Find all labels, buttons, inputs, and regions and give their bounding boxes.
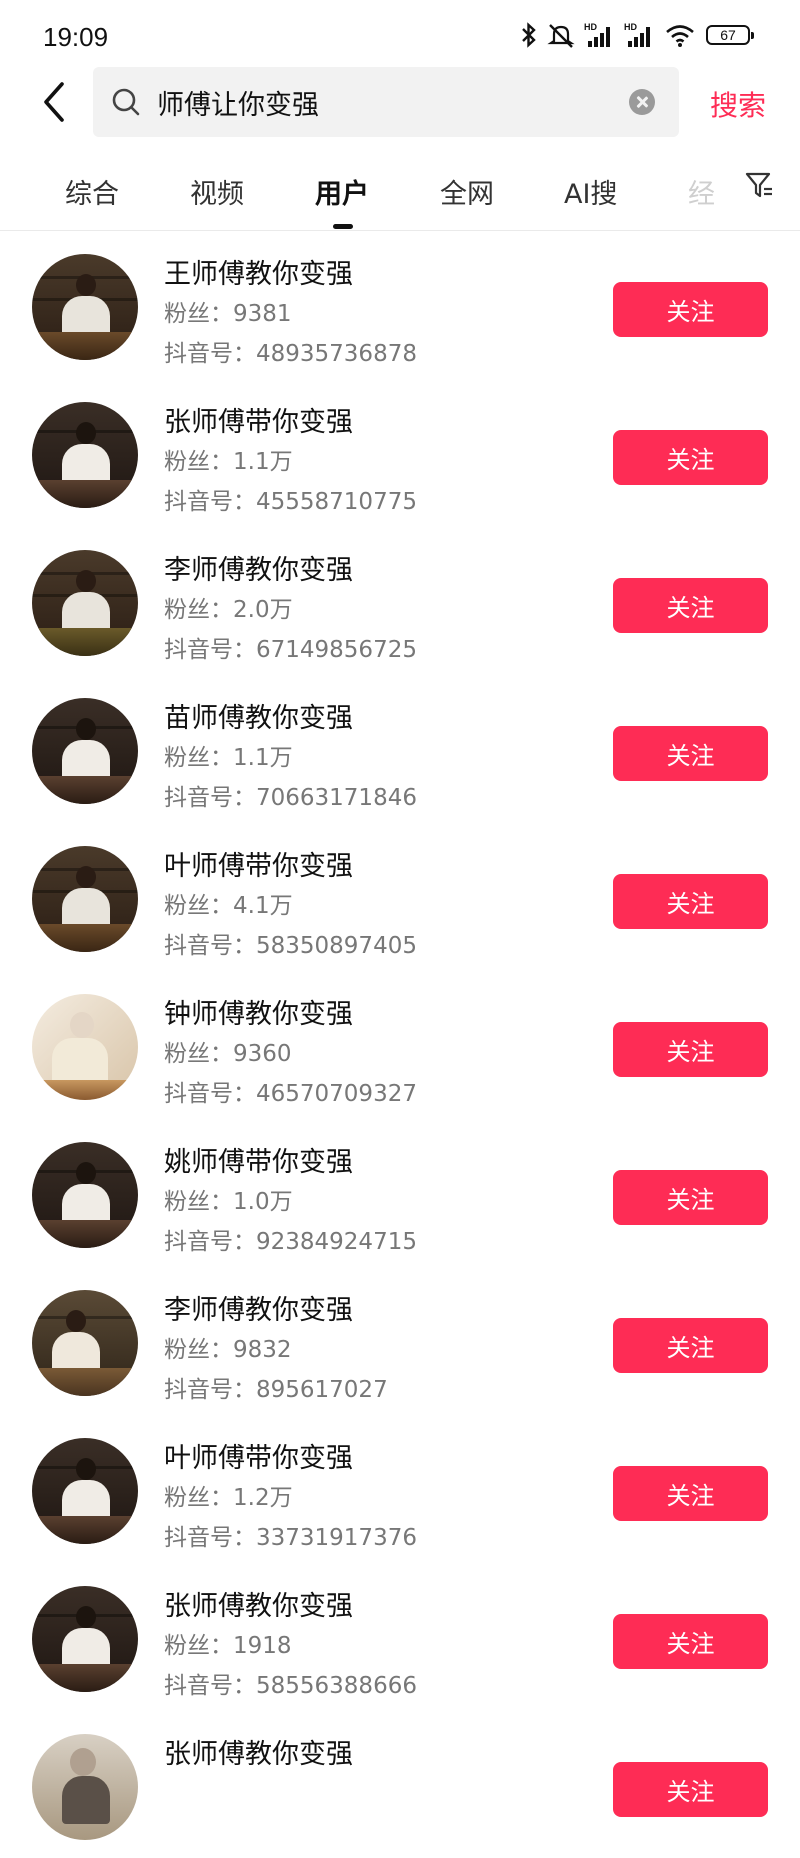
status-bar: 19:09 HD HD 67 [0, 0, 800, 70]
user-name[interactable]: 钟师傅教你变强 [164, 992, 353, 1031]
search-input[interactable]: 师傅让你变强 [93, 67, 679, 137]
user-name[interactable]: 李师傅教你变强 [164, 548, 353, 587]
user-fans: 粉丝：1.1万 [164, 449, 293, 475]
tab-ai-search[interactable]: AI搜 [564, 172, 617, 211]
user-fans: 粉丝：1918 [164, 1633, 292, 1659]
follow-button[interactable]: 关注 [613, 1466, 768, 1521]
user-fans: 粉丝：9832 [164, 1337, 292, 1363]
follow-button[interactable]: 关注 [613, 578, 768, 633]
user-row[interactable]: 叶师傅带你变强 粉丝：1.2万 抖音号：33731917376 关注 [0, 1414, 800, 1562]
search-button[interactable]: 搜索 [710, 84, 766, 124]
user-name[interactable]: 姚师傅带你变强 [164, 1140, 353, 1179]
user-row[interactable]: 张师傅教你变强 关注 [0, 1710, 800, 1858]
status-icons: HD HD 67 [520, 18, 754, 52]
user-douyin-id: 抖音号：70663171846 [164, 785, 417, 811]
user-douyin-id: 抖音号：33731917376 [164, 1525, 417, 1551]
user-douyin-id: 抖音号：58556388666 [164, 1673, 417, 1699]
user-row[interactable]: 张师傅带你变强 粉丝：1.1万 抖音号：45558710775 关注 [0, 378, 800, 526]
user-result-list: 王师傅教你变强 粉丝：9381 抖音号：48935736878 关注 张师傅带你… [0, 230, 800, 1858]
user-douyin-id: 抖音号：48935736878 [164, 341, 417, 367]
filter-icon[interactable] [744, 170, 774, 200]
battery-icon: 67 [706, 25, 754, 45]
status-time: 19:09 [43, 22, 109, 52]
avatar[interactable] [32, 550, 138, 656]
tab-users[interactable]: 用户 [315, 172, 369, 211]
follow-button[interactable]: 关注 [613, 726, 768, 781]
user-douyin-id: 抖音号：895617027 [164, 1377, 388, 1403]
search-icon [112, 88, 140, 116]
clear-icon[interactable] [629, 89, 655, 115]
user-fans: 粉丝：9381 [164, 301, 292, 327]
follow-button[interactable]: 关注 [613, 874, 768, 929]
user-name[interactable]: 张师傅带你变强 [164, 400, 353, 439]
user-row[interactable]: 张师傅教你变强 粉丝：1918 抖音号：58556388666 关注 [0, 1562, 800, 1710]
user-fans: 粉丝：2.0万 [164, 597, 293, 623]
signal-hd-icon-2: HD [624, 22, 650, 47]
user-fans: 粉丝：1.0万 [164, 1189, 293, 1215]
signal-hd-icon: HD [584, 22, 610, 47]
follow-button[interactable]: 关注 [613, 1762, 768, 1817]
avatar[interactable] [32, 402, 138, 508]
tab-videos[interactable]: 视频 [190, 172, 244, 211]
back-arrow-icon[interactable] [36, 78, 76, 126]
user-row[interactable]: 姚师傅带你变强 粉丝：1.0万 抖音号：92384924715 关注 [0, 1118, 800, 1266]
user-name[interactable]: 叶师傅带你变强 [164, 1436, 353, 1475]
user-row[interactable]: 李师傅教你变强 粉丝：9832 抖音号：895617027 关注 [0, 1266, 800, 1414]
avatar[interactable] [32, 1142, 138, 1248]
avatar[interactable] [32, 1290, 138, 1396]
user-fans: 粉丝：1.2万 [164, 1485, 293, 1511]
avatar[interactable] [32, 1734, 138, 1840]
avatar[interactable] [32, 254, 138, 360]
follow-button[interactable]: 关注 [613, 1318, 768, 1373]
avatar[interactable] [32, 846, 138, 952]
user-name[interactable]: 张师傅教你变强 [164, 1732, 353, 1771]
avatar[interactable] [32, 698, 138, 804]
user-fans: 粉丝：4.1万 [164, 893, 293, 919]
svg-text:HD: HD [624, 22, 637, 32]
active-tab-indicator [333, 224, 353, 229]
user-row[interactable]: 李师傅教你变强 粉丝：2.0万 抖音号：67149856725 关注 [0, 526, 800, 674]
avatar[interactable] [32, 994, 138, 1100]
user-row[interactable]: 叶师傅带你变强 粉丝：4.1万 抖音号：58350897405 关注 [0, 822, 800, 970]
result-tabs: 综合 视频 用户 全网 AI搜 经 [0, 160, 800, 230]
user-douyin-id: 抖音号：45558710775 [164, 489, 417, 515]
avatar[interactable] [32, 1586, 138, 1692]
user-name[interactable]: 李师傅教你变强 [164, 1288, 353, 1327]
user-row[interactable]: 王师傅教你变强 粉丝：9381 抖音号：48935736878 关注 [0, 230, 800, 378]
tab-whole-web[interactable]: 全网 [440, 172, 494, 211]
user-row[interactable]: 钟师傅教你变强 粉丝：9360 抖音号：46570709327 关注 [0, 970, 800, 1118]
user-name[interactable]: 苗师傅教你变强 [164, 696, 353, 735]
user-name[interactable]: 叶师傅带你变强 [164, 844, 353, 883]
user-row[interactable]: 苗师傅教你变强 粉丝：1.1万 抖音号：70663171846 关注 [0, 674, 800, 822]
bluetooth-icon [522, 22, 536, 48]
follow-button[interactable]: 关注 [613, 1022, 768, 1077]
user-fans: 粉丝：1.1万 [164, 745, 293, 771]
wifi-icon [666, 25, 694, 47]
user-fans: 粉丝：9360 [164, 1041, 292, 1067]
search-query-text: 师傅让你变强 [157, 90, 319, 121]
avatar[interactable] [32, 1438, 138, 1544]
svg-text:HD: HD [584, 22, 597, 32]
user-name[interactable]: 王师傅教你变强 [164, 252, 353, 291]
mute-icon [547, 24, 575, 48]
follow-button[interactable]: 关注 [613, 430, 768, 485]
follow-button[interactable]: 关注 [613, 282, 768, 337]
user-douyin-id: 抖音号：67149856725 [164, 637, 417, 663]
user-douyin-id: 抖音号：92384924715 [164, 1229, 417, 1255]
user-douyin-id: 抖音号：58350897405 [164, 933, 417, 959]
follow-button[interactable]: 关注 [613, 1614, 768, 1669]
battery-level: 67 [720, 27, 736, 43]
user-douyin-id: 抖音号：46570709327 [164, 1081, 417, 1107]
tab-comprehensive[interactable]: 综合 [65, 172, 119, 211]
tab-more[interactable]: 经 [688, 172, 718, 211]
user-name[interactable]: 张师傅教你变强 [164, 1584, 353, 1623]
follow-button[interactable]: 关注 [613, 1170, 768, 1225]
